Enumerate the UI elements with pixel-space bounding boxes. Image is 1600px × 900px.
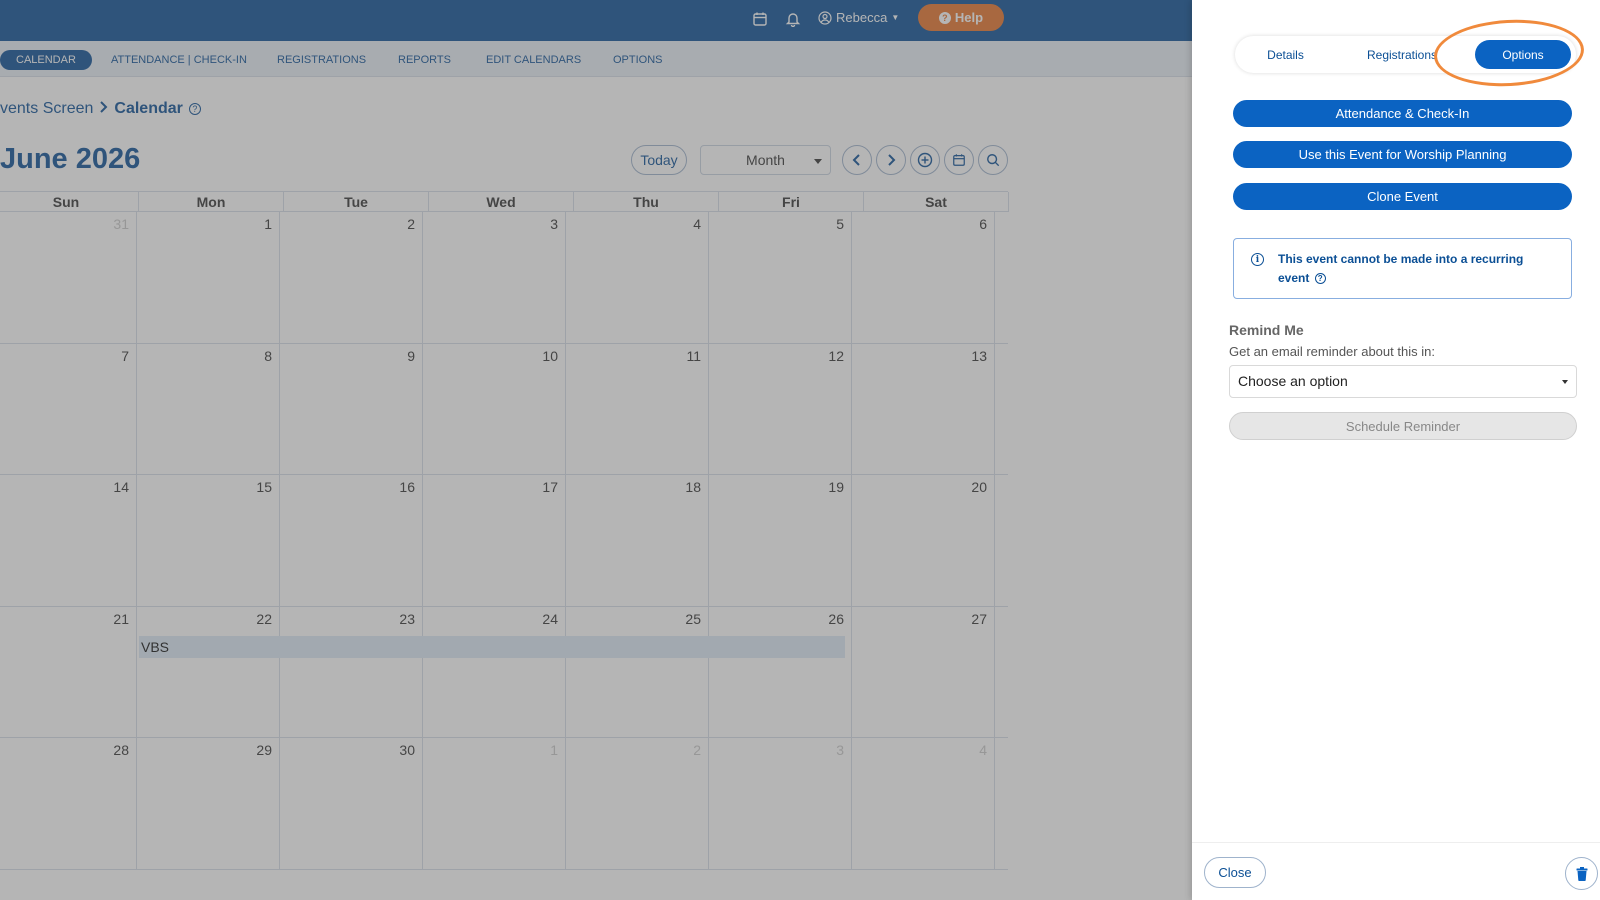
info-message: This event cannot be made into a recurri… xyxy=(1278,250,1558,288)
info-icon: i xyxy=(1251,253,1264,266)
delete-button[interactable] xyxy=(1565,857,1598,890)
remind-me-title: Remind Me xyxy=(1229,322,1304,338)
recurring-info-box: i This event cannot be made into a recur… xyxy=(1233,238,1572,299)
tab-details[interactable]: Details xyxy=(1243,40,1328,69)
calendar-app: Rebecca ▼ ? Help CALENDAR ATTENDANCE | C… xyxy=(0,0,1192,900)
highlight-annotation xyxy=(1432,16,1586,90)
modal-backdrop[interactable] xyxy=(0,0,1192,900)
trash-icon xyxy=(1576,866,1587,881)
remind-me-description: Get an email reminder about this in: xyxy=(1229,344,1435,359)
reminder-select[interactable]: Choose an option xyxy=(1229,365,1577,398)
reminder-select-value: Choose an option xyxy=(1238,373,1348,389)
worship-planning-button[interactable]: Use this Event for Worship Planning xyxy=(1233,141,1572,168)
event-side-panel: Details Registrations Options Attendance… xyxy=(1192,0,1600,900)
caret-down-icon xyxy=(1562,380,1568,384)
help-circle-icon[interactable]: ? xyxy=(1314,273,1326,285)
clone-event-button[interactable]: Clone Event xyxy=(1233,183,1572,210)
panel-footer: Close xyxy=(1192,842,1600,900)
schedule-reminder-button[interactable]: Schedule Reminder xyxy=(1229,412,1577,440)
attendance-checkin-button[interactable]: Attendance & Check-In xyxy=(1233,100,1572,127)
close-button[interactable]: Close xyxy=(1204,857,1266,888)
